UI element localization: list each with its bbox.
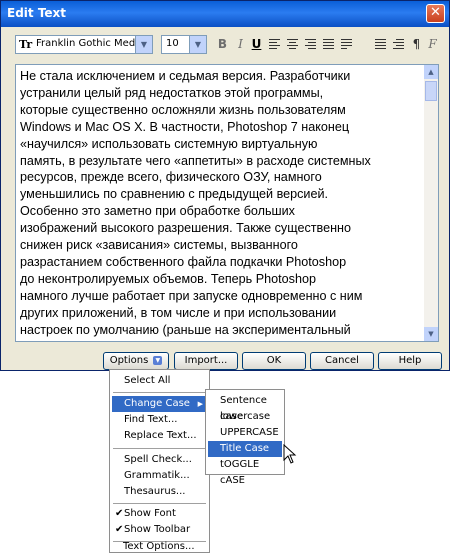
underline-button[interactable]: U	[249, 36, 264, 52]
text-line[interactable]: других приложений, в том числе и при исп…	[20, 305, 420, 322]
font-family-select[interactable]: Tr Franklin Gothic Medium ▼	[15, 35, 153, 54]
options-button[interactable]: Options ▼	[103, 352, 169, 370]
menu-separator	[113, 392, 206, 393]
vertical-scrollbar[interactable]: ▲ ▼	[424, 65, 438, 341]
text-line[interactable]: «научился» использовать системную виртуа…	[20, 136, 420, 153]
text-line[interactable]: изображений высокого разрешения. Также с…	[20, 220, 420, 237]
text-line[interactable]: разрастанием собственного файла подкачки…	[20, 254, 420, 271]
menu-separator	[113, 448, 206, 449]
align-right-icon[interactable]	[303, 36, 318, 52]
close-button[interactable]: ✕	[426, 4, 445, 23]
title-bar[interactable]: Edit Text ✕	[1, 1, 449, 27]
text-body[interactable]: Не стала исключением и седьмая версия. Р…	[20, 68, 420, 339]
menu-item-spell-check[interactable]: Spell Check...	[112, 452, 207, 468]
text-line[interactable]: устранили целый ряд недостатков этой про…	[20, 85, 420, 102]
help-button[interactable]: Help	[378, 352, 442, 370]
font-size-select[interactable]: 10 ▼	[161, 35, 207, 54]
ok-button[interactable]: OK	[242, 352, 306, 370]
menu-item-select-all[interactable]: Select All	[112, 373, 207, 389]
justify-all-icon[interactable]	[339, 36, 354, 52]
show-font-label: Show Font	[124, 508, 176, 519]
scroll-thumb[interactable]	[425, 81, 437, 101]
text-line[interactable]: Особенно это заметно при обработке больш…	[20, 203, 420, 220]
edit-text-dialog: Edit Text ✕ Tr Franklin Gothic Medium ▼ …	[0, 0, 450, 371]
bold-button[interactable]: B	[215, 36, 230, 52]
checkmark-icon: ✔	[115, 508, 124, 519]
font-size-value: 10	[166, 38, 179, 49]
menu-item-uppercase[interactable]: UPPERCASE	[208, 425, 282, 441]
change-case-label: Change Case	[124, 398, 190, 409]
text-line[interactable]: снижен риск «зависания» системы, вызванн…	[20, 237, 420, 254]
font-style-icon[interactable]: F	[425, 36, 440, 52]
cancel-button[interactable]: Cancel	[310, 352, 374, 370]
dropdown-arrow-icon: ▼	[153, 355, 163, 365]
menu-separator	[113, 503, 206, 504]
chevron-down-icon[interactable]: ▼	[135, 36, 152, 53]
text-line[interactable]: до неконтролируемых объемов. Теперь Phot…	[20, 271, 420, 288]
format-toolbar: Tr Franklin Gothic Medium ▼ 10 ▼ B I U ¶…	[11, 33, 441, 57]
menu-item-grammatik[interactable]: Grammatik...	[112, 468, 207, 484]
pilcrow-icon[interactable]: ¶	[409, 36, 424, 52]
menu-item-show-font[interactable]: ✔ Show Font	[112, 506, 207, 522]
align-left-icon[interactable]	[267, 36, 282, 52]
bullet-list-icon[interactable]	[373, 36, 388, 52]
options-label: Options	[109, 355, 149, 366]
font-family-value: Franklin Gothic Medium	[36, 38, 136, 49]
mouse-cursor-icon	[283, 444, 297, 464]
text-line[interactable]: Не стала исключением и седьмая версия. Р…	[20, 68, 420, 85]
chevron-down-icon[interactable]: ▼	[189, 36, 206, 53]
italic-button[interactable]: I	[233, 36, 248, 52]
show-toolbar-label: Show Toolbar	[124, 524, 191, 535]
text-line[interactable]: ресурсов, прежде всего, физического ОЗУ,…	[20, 169, 420, 186]
indent-icon[interactable]	[391, 36, 406, 52]
menu-item-sentence-case[interactable]: Sentence case	[208, 393, 282, 422]
checkmark-icon: ✔	[115, 524, 124, 535]
menu-item-title-case[interactable]: Title Case	[208, 441, 282, 457]
window-title: Edit Text	[7, 6, 67, 20]
text-line[interactable]: Windows и Mac OS X. В частности, Photosh…	[20, 119, 420, 136]
menu-item-thesaurus[interactable]: Thesaurus...	[112, 484, 207, 500]
menu-item-lowercase[interactable]: lowercase	[208, 409, 282, 425]
menu-item-toggle-case[interactable]: tOGGLE cASE	[208, 457, 282, 486]
submenu-arrow-icon: ▶	[197, 400, 203, 408]
justify-full-icon[interactable]	[321, 36, 336, 52]
menu-item-replace-text[interactable]: Replace Text...	[112, 428, 207, 444]
menu-item-change-case[interactable]: Change Case ▶	[112, 396, 207, 412]
truetype-font-icon: Tr	[19, 38, 33, 51]
scroll-up-icon[interactable]: ▲	[424, 65, 438, 79]
text-line[interactable]: настроек по умолчанию (раньше на экспери…	[20, 322, 420, 339]
menu-item-show-toolbar[interactable]: ✔ Show Toolbar	[112, 522, 207, 538]
change-case-submenu: Sentence case lowercase UPPERCASE Title …	[205, 389, 285, 486]
import-button[interactable]: Import...	[174, 352, 238, 370]
text-line[interactable]: память, в результате чего «аппетиты» в р…	[20, 153, 420, 170]
menu-item-find-text[interactable]: Find Text...	[112, 412, 207, 428]
align-center-icon[interactable]	[285, 36, 300, 52]
text-editor[interactable]: Не стала исключением и седьмая версия. Р…	[15, 64, 439, 342]
text-line[interactable]: намного лучше работает при запуске однов…	[20, 288, 420, 305]
text-line[interactable]: уменьшились по сравнению с предыдущей ве…	[20, 186, 420, 203]
scroll-down-icon[interactable]: ▼	[424, 327, 438, 341]
text-line[interactable]: которые существенно осложняли жизнь поль…	[20, 102, 420, 119]
close-icon: ✕	[430, 5, 441, 20]
options-menu: Select All Change Case ▶ Find Text... Re…	[109, 369, 210, 553]
